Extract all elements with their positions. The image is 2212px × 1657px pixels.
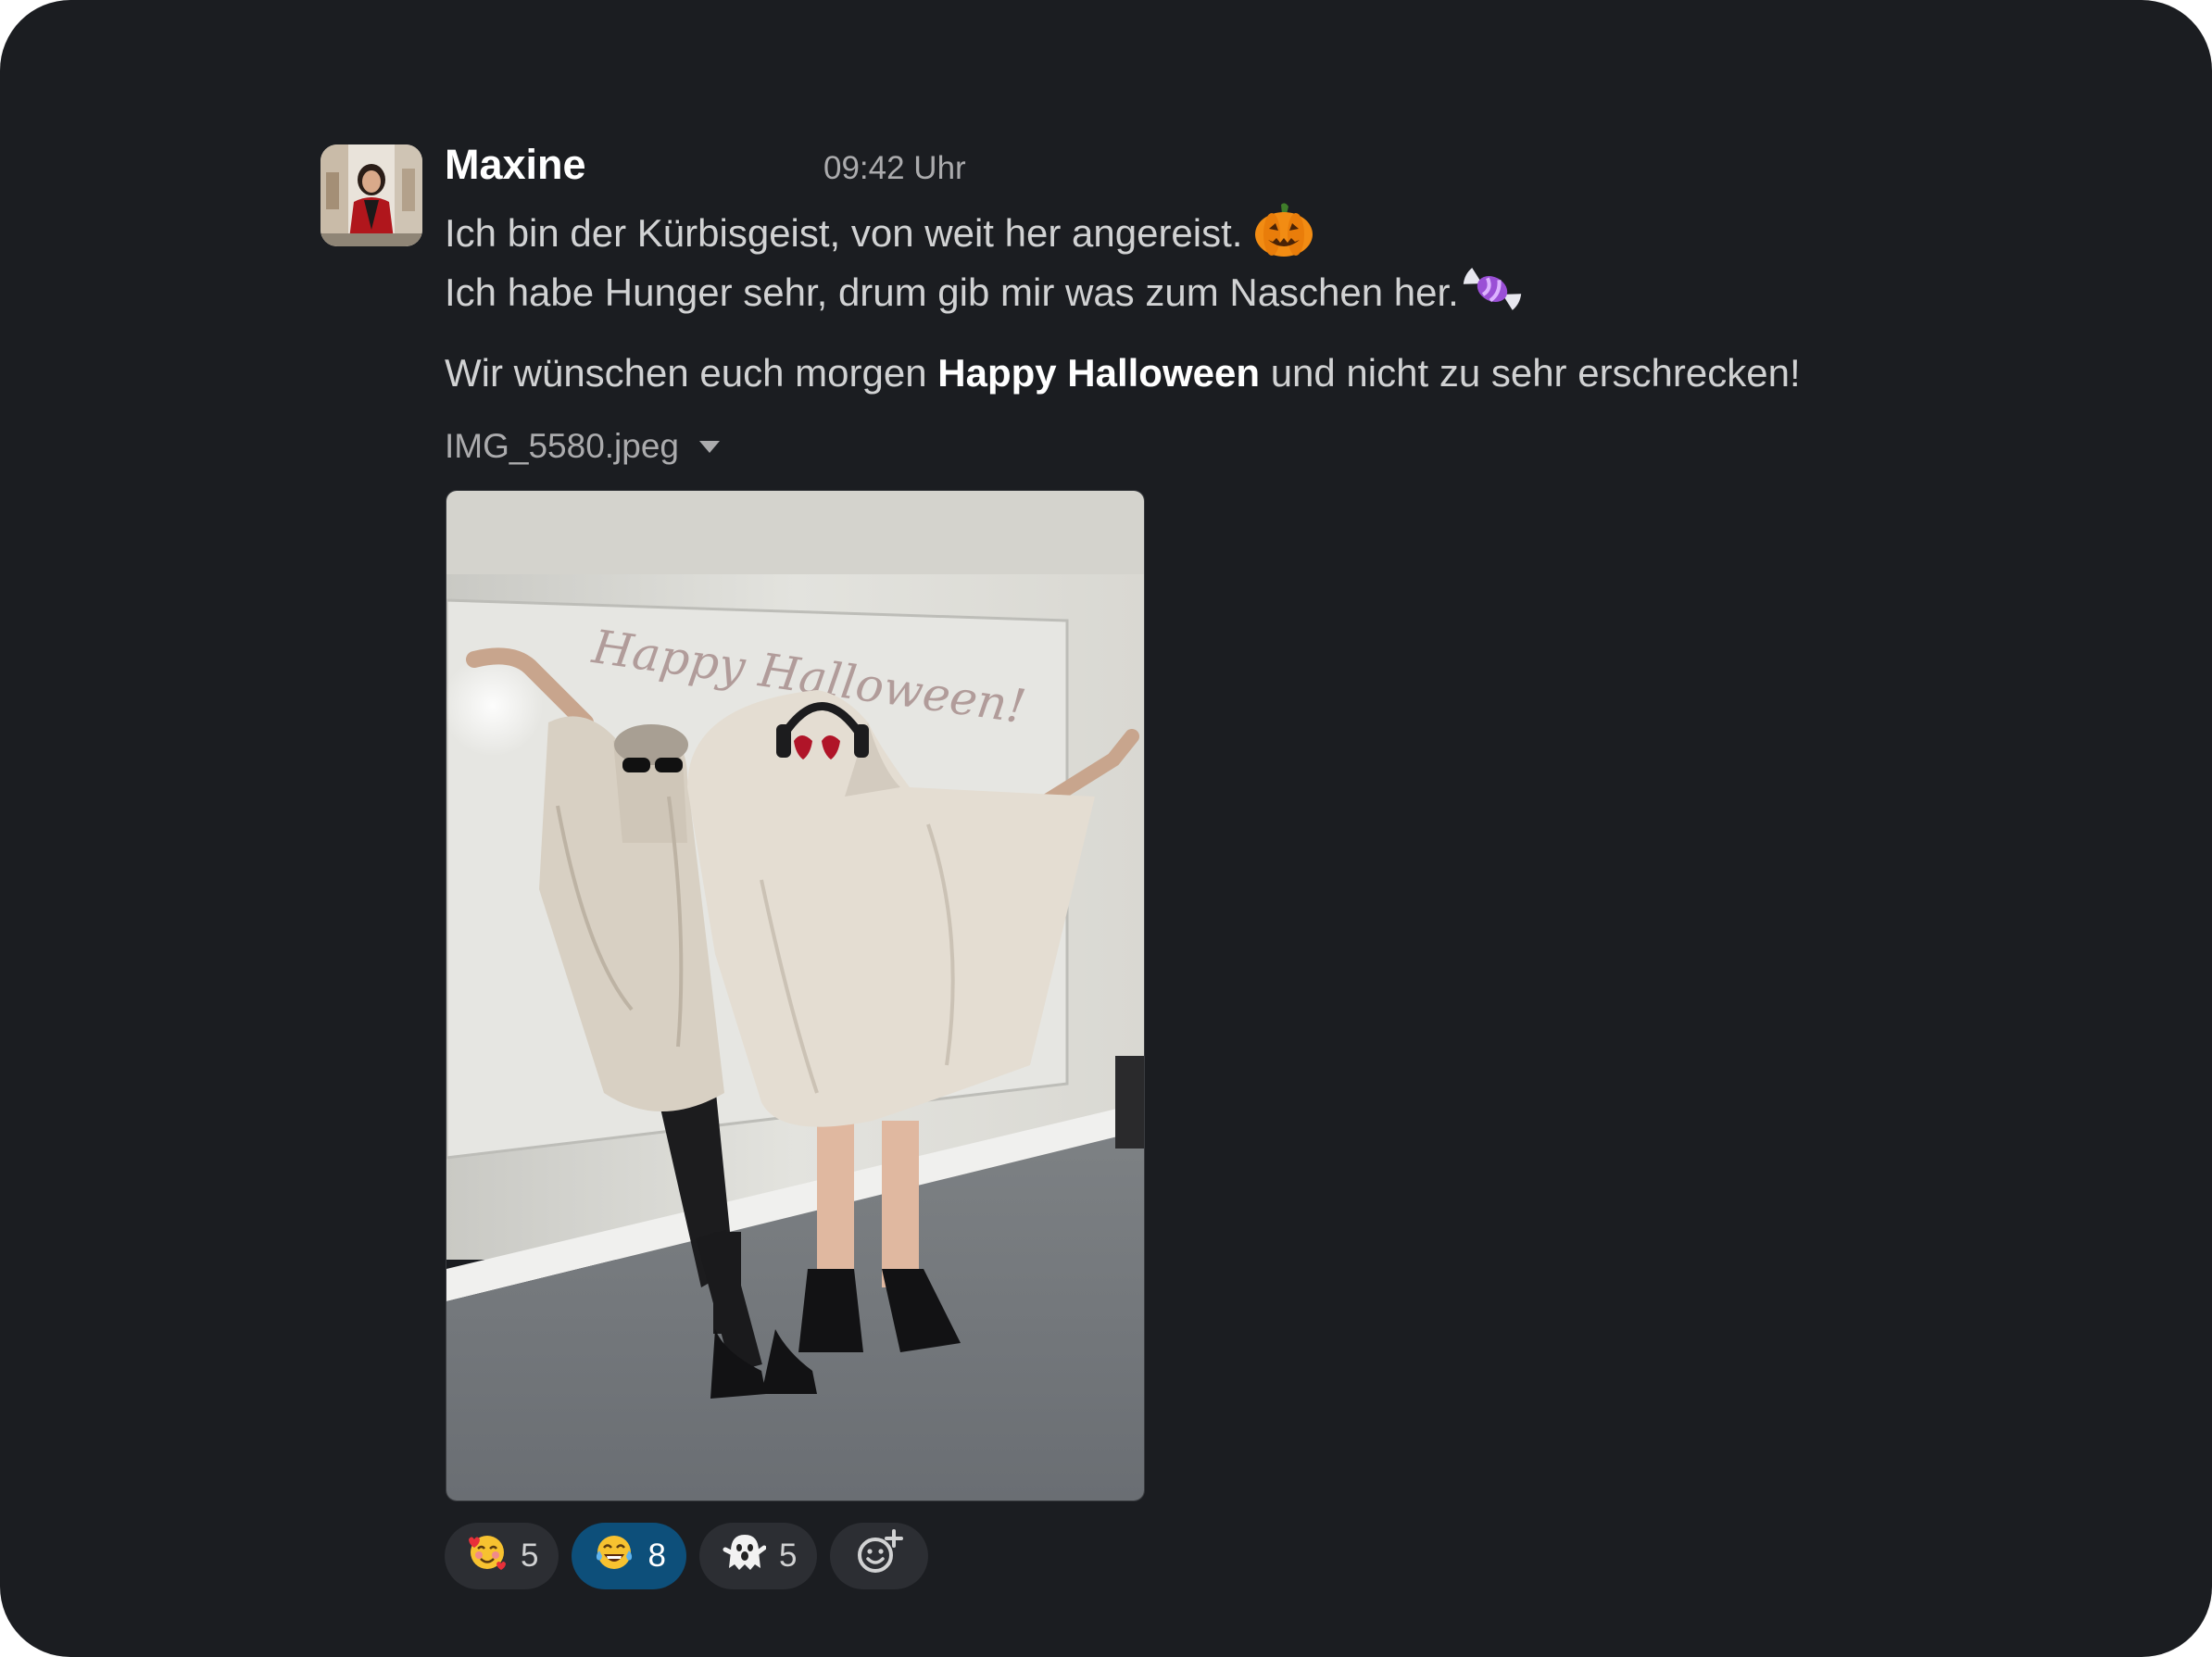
reaction-count: 5 <box>521 1538 539 1574</box>
reaction-count: 8 <box>647 1538 666 1574</box>
message-line-3-start: Wir wünschen euch morgen <box>445 351 927 395</box>
add-reaction-button[interactable] <box>830 1523 929 1589</box>
message-timestamp[interactable]: 09:42 Uhr <box>823 145 966 192</box>
message-line-3-bold: Happy Halloween <box>937 351 1261 395</box>
message-line-1-text: Ich bin der Kürbisgeist, von weit her an… <box>445 211 1243 256</box>
message-line-3: Wir wünschen euch morgen Happy Halloween… <box>445 347 1801 399</box>
message-window: Maxine 09:42 Uhr Ich bin der Kürbisgeist… <box>0 0 2212 1657</box>
message-line-2: Ich habe Hunger sehr, drum gib mir was z… <box>445 263 1526 328</box>
avatar[interactable] <box>320 144 422 246</box>
smiling-face-with-hearts-icon <box>467 1532 508 1581</box>
reaction-ghost[interactable]: 5 <box>698 1523 818 1589</box>
message-line-3-end: und nicht zu sehr erschrecken! <box>1270 351 1801 395</box>
reaction-count: 5 <box>778 1538 798 1574</box>
candy-icon <box>1459 263 1526 328</box>
pumpkin-icon <box>1253 201 1314 271</box>
attachment-image[interactable]: Happy Halloween! <box>446 490 1145 1501</box>
message-line-2-text: Ich habe Hunger sehr, drum gib mir was z… <box>445 270 1459 315</box>
ghost-icon <box>722 1531 767 1582</box>
author-name[interactable]: Maxine <box>445 139 586 191</box>
reaction-bar: 5 8 5 <box>445 1523 929 1589</box>
joy-face-icon <box>594 1532 635 1581</box>
attachment-filename[interactable]: IMG_5580.jpeg <box>445 427 679 466</box>
reaction-joy[interactable]: 8 <box>572 1523 686 1589</box>
chevron-down-icon[interactable] <box>699 440 721 453</box>
message-line-1: Ich bin der Kürbisgeist, von weit her an… <box>445 201 1314 271</box>
attachment-header[interactable]: IMG_5580.jpeg <box>445 421 721 472</box>
add-reaction-icon <box>855 1528 904 1584</box>
reaction-smiling-face-with-hearts[interactable]: 5 <box>445 1523 559 1589</box>
